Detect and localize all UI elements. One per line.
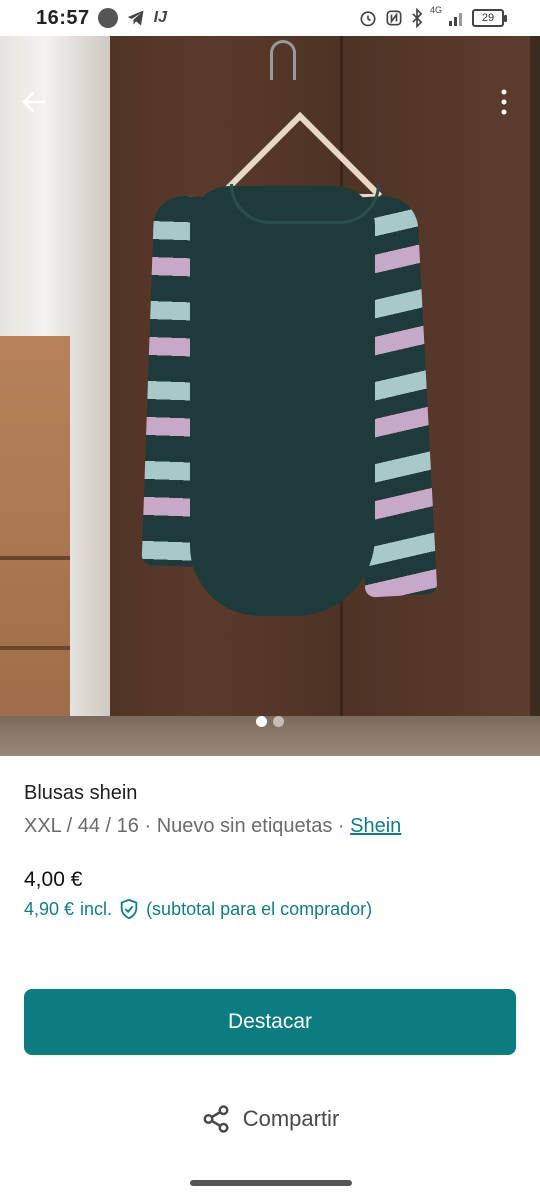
- item-condition: Nuevo sin etiquetas: [156, 815, 333, 837]
- battery-level: 29: [481, 12, 495, 24]
- buyer-protection-price[interactable]: 4,90 € incl. (subtotal para el comprador…: [24, 898, 372, 920]
- status-bar: 16:57 IJ 4G 29: [0, 0, 540, 36]
- photo-pager: [0, 716, 540, 727]
- shield-check-icon: [120, 898, 138, 920]
- protection-incl-label: incl.: [80, 898, 113, 919]
- item-info: Blusas shein XXL / 44 / 16 · Nuevo sin e…: [24, 782, 516, 838]
- more-vertical-icon: [501, 89, 507, 115]
- item-photo[interactable]: [0, 36, 540, 756]
- pager-dot-active[interactable]: [256, 716, 267, 727]
- item-size: XXL / 44 / 16: [24, 815, 139, 837]
- item-meta: XXL / 44 / 16 · Nuevo sin etiquetas · Sh…: [24, 815, 516, 838]
- more-options-button[interactable]: [480, 78, 528, 126]
- hanger-hook: [270, 40, 296, 80]
- bluetooth-icon: [412, 8, 423, 28]
- telegram-icon: [127, 10, 144, 26]
- meta-separator: ·: [138, 815, 157, 837]
- share-icon: [203, 1105, 229, 1133]
- blouse-body: [190, 186, 375, 616]
- item-price: 4,00 €: [24, 868, 83, 891]
- alarm-icon: [360, 11, 376, 27]
- network-type-label: 4G: [429, 5, 442, 15]
- share-label: Compartir: [242, 1106, 340, 1131]
- app-notification-icon: IJ: [153, 9, 167, 26]
- arrow-left-icon: [22, 92, 46, 112]
- signal-icon: [449, 13, 462, 26]
- item-title: Blusas shein: [24, 782, 138, 804]
- highlight-button[interactable]: Destacar: [24, 989, 516, 1055]
- home-indicator[interactable]: [190, 1180, 352, 1186]
- status-time: 16:57: [36, 6, 90, 29]
- blouse-neckline: [230, 184, 380, 224]
- meta-separator: ·: [332, 815, 351, 837]
- pager-dot[interactable]: [273, 716, 284, 727]
- protected-price: 4,90 €: [24, 898, 75, 919]
- back-button[interactable]: [10, 78, 58, 126]
- share-button[interactable]: Compartir: [0, 1104, 540, 1134]
- notification-dot-icon: [97, 8, 118, 28]
- nfc-icon: [386, 10, 402, 26]
- battery-icon: 29: [472, 9, 507, 27]
- brand-link[interactable]: Shein: [350, 815, 401, 837]
- protection-note: (subtotal para el comprador): [146, 898, 373, 919]
